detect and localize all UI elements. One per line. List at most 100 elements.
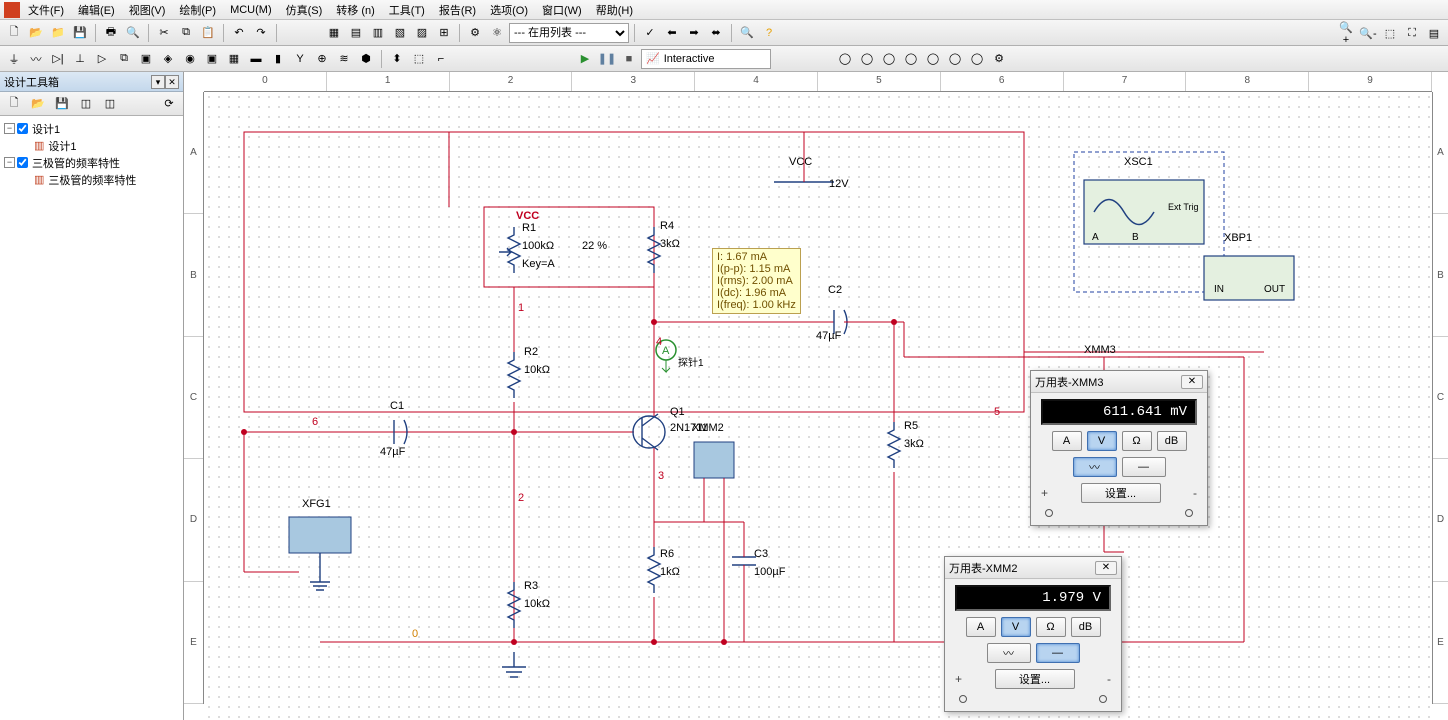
misc8-icon[interactable]: ⊕ bbox=[312, 49, 332, 69]
tree-project-2[interactable]: − 三极管的频率特性 bbox=[4, 154, 179, 171]
sim-mode-combo[interactable]: 📈 Interactive bbox=[641, 49, 771, 69]
collapse-icon[interactable]: − bbox=[4, 157, 15, 168]
mm3-term-plus[interactable] bbox=[1045, 509, 1053, 517]
open-icon[interactable]: 📂 bbox=[26, 23, 46, 43]
src-icon[interactable]: ⏚ bbox=[4, 49, 24, 69]
copy-icon[interactable]: ⧉ bbox=[176, 23, 196, 43]
misc3-icon[interactable]: ▣ bbox=[202, 49, 222, 69]
diode-icon[interactable]: ▷| bbox=[48, 49, 68, 69]
zoom-fit-icon[interactable]: ⛶ bbox=[1402, 23, 1422, 43]
project-tree[interactable]: − 设计1 ▥ 设计1 − 三极管的频率特性 ▥ 三极管的频率特性 bbox=[0, 116, 183, 720]
menu-file[interactable]: 文件(F) bbox=[22, 0, 70, 20]
misc9-icon[interactable]: ≋ bbox=[334, 49, 354, 69]
hier1-icon[interactable]: ⬍ bbox=[387, 49, 407, 69]
mm2-ac-button[interactable]: 〰 bbox=[987, 643, 1031, 663]
cmos-icon[interactable]: ▣ bbox=[136, 49, 156, 69]
layers-icon[interactable]: ▤ bbox=[1424, 23, 1444, 43]
mm3-mode-db[interactable]: dB bbox=[1157, 431, 1187, 451]
zoom-area-icon[interactable]: ⬚ bbox=[1380, 23, 1400, 43]
mm2-dc-button[interactable]: — bbox=[1036, 643, 1080, 663]
save-icon[interactable]: 💾 bbox=[70, 23, 90, 43]
hier2-icon[interactable]: ⬚ bbox=[409, 49, 429, 69]
grid2-icon[interactable]: ▤ bbox=[346, 23, 366, 43]
sim-pause-button[interactable]: ❚❚ bbox=[597, 49, 617, 69]
menu-view[interactable]: 视图(V) bbox=[123, 0, 172, 20]
redo-icon[interactable]: ↷ bbox=[251, 23, 271, 43]
tree-file-1[interactable]: ▥ 设计1 bbox=[4, 137, 179, 154]
grid1-icon[interactable]: ▦ bbox=[324, 23, 344, 43]
panel-x2-icon[interactable]: ◫ bbox=[100, 94, 120, 114]
grid6-icon[interactable]: ⊞ bbox=[434, 23, 454, 43]
arrow2-icon[interactable]: ⬌ bbox=[706, 23, 726, 43]
print-icon[interactable]: 🖶 bbox=[101, 23, 121, 43]
panel-save-icon[interactable]: 💾 bbox=[52, 94, 72, 114]
misc4-icon[interactable]: ▦ bbox=[224, 49, 244, 69]
dialog-titlebar[interactable]: 万用表-XMM3 ✕ bbox=[1031, 371, 1207, 393]
menu-window[interactable]: 窗口(W) bbox=[536, 0, 588, 20]
panel-close-icon[interactable]: ✕ bbox=[165, 75, 179, 89]
menu-sim[interactable]: 仿真(S) bbox=[280, 0, 329, 20]
mm3-term-minus[interactable] bbox=[1185, 509, 1193, 517]
arrow-r-icon[interactable]: ➡ bbox=[684, 23, 704, 43]
paste-icon[interactable]: 📋 bbox=[198, 23, 218, 43]
find-icon[interactable]: 🔍 bbox=[737, 23, 757, 43]
menu-help[interactable]: 帮助(H) bbox=[590, 0, 639, 20]
misc2-icon[interactable]: ◉ bbox=[180, 49, 200, 69]
tree-checkbox[interactable] bbox=[17, 123, 28, 134]
mm2-settings-button[interactable]: 设置... bbox=[995, 669, 1075, 689]
misc7-icon[interactable]: Y bbox=[290, 49, 310, 69]
mm3-mode-a[interactable]: A bbox=[1052, 431, 1082, 451]
menu-edit[interactable]: 编辑(E) bbox=[72, 0, 121, 20]
misc6-icon[interactable]: ▮ bbox=[268, 49, 288, 69]
grid3-icon[interactable]: ▥ bbox=[368, 23, 388, 43]
sim-stop-button[interactable]: ■ bbox=[619, 49, 639, 69]
trans-icon[interactable]: ⊥ bbox=[70, 49, 90, 69]
mm2-mode-ohm[interactable]: Ω bbox=[1036, 617, 1066, 637]
comp2-icon[interactable]: ⚛ bbox=[487, 23, 507, 43]
panel-open-icon[interactable]: 📂 bbox=[28, 94, 48, 114]
tree-project-1[interactable]: − 设计1 bbox=[4, 120, 179, 137]
opamp-icon[interactable]: ▷ bbox=[92, 49, 112, 69]
mm2-term-plus[interactable] bbox=[959, 695, 967, 703]
arrow-l-icon[interactable]: ⬅ bbox=[662, 23, 682, 43]
analysis6-icon[interactable]: ◯ bbox=[945, 49, 965, 69]
multimeter-xmm2-dialog[interactable]: 万用表-XMM2 ✕ 1.979 V A V Ω dB 〰 — bbox=[944, 556, 1122, 712]
new-icon[interactable]: 🗋 bbox=[4, 23, 24, 43]
dialog-close-icon[interactable]: ✕ bbox=[1181, 375, 1203, 389]
dialog-titlebar[interactable]: 万用表-XMM2 ✕ bbox=[945, 557, 1121, 579]
print-preview-icon[interactable]: 🔍 bbox=[123, 23, 143, 43]
undo-icon[interactable]: ↶ bbox=[229, 23, 249, 43]
analysis2-icon[interactable]: ◯ bbox=[857, 49, 877, 69]
analysis1-icon[interactable]: ◯ bbox=[835, 49, 855, 69]
zoom-out-icon[interactable]: 🔍- bbox=[1358, 23, 1378, 43]
open-mru-icon[interactable]: 📁 bbox=[48, 23, 68, 43]
menu-options[interactable]: 选项(O) bbox=[484, 0, 534, 20]
collapse-icon[interactable]: − bbox=[4, 123, 15, 134]
res-icon[interactable]: 〰 bbox=[26, 49, 46, 69]
panel-x1-icon[interactable]: ◫ bbox=[76, 94, 96, 114]
comp1-icon[interactable]: ⚙ bbox=[465, 23, 485, 43]
mm3-mode-ohm[interactable]: Ω bbox=[1122, 431, 1152, 451]
panel-new-icon[interactable]: 🗋 bbox=[4, 94, 24, 114]
mm2-term-minus[interactable] bbox=[1099, 695, 1107, 703]
menu-mcu[interactable]: MCU(M) bbox=[224, 2, 278, 18]
analysis7-icon[interactable]: ◯ bbox=[967, 49, 987, 69]
mm3-dc-button[interactable]: — bbox=[1122, 457, 1166, 477]
grid5-icon[interactable]: ▨ bbox=[412, 23, 432, 43]
mm3-ac-button[interactable]: 〰 bbox=[1073, 457, 1117, 477]
mm2-mode-v[interactable]: V bbox=[1001, 617, 1031, 637]
menu-tools[interactable]: 工具(T) bbox=[383, 0, 431, 20]
multimeter-xmm3-dialog[interactable]: 万用表-XMM3 ✕ 611.641 mV A V Ω dB 〰 — bbox=[1030, 370, 1208, 526]
misc10-icon[interactable]: ⬢ bbox=[356, 49, 376, 69]
panel-refresh-icon[interactable]: ⟳ bbox=[159, 94, 179, 114]
panel-pin-icon[interactable]: ▾ bbox=[151, 75, 165, 89]
tree-checkbox[interactable] bbox=[17, 157, 28, 168]
inuse-list-combo[interactable]: --- 在用列表 --- bbox=[509, 23, 629, 43]
zoom-in-icon[interactable]: 🔍+ bbox=[1336, 23, 1356, 43]
mm3-mode-v[interactable]: V bbox=[1087, 431, 1117, 451]
analysis4-icon[interactable]: ◯ bbox=[901, 49, 921, 69]
tree-file-2[interactable]: ▥ 三极管的频率特性 bbox=[4, 171, 179, 188]
mm2-mode-a[interactable]: A bbox=[966, 617, 996, 637]
help-icon[interactable]: ? bbox=[759, 23, 779, 43]
settings-gear-icon[interactable]: ⚙ bbox=[989, 49, 1009, 69]
